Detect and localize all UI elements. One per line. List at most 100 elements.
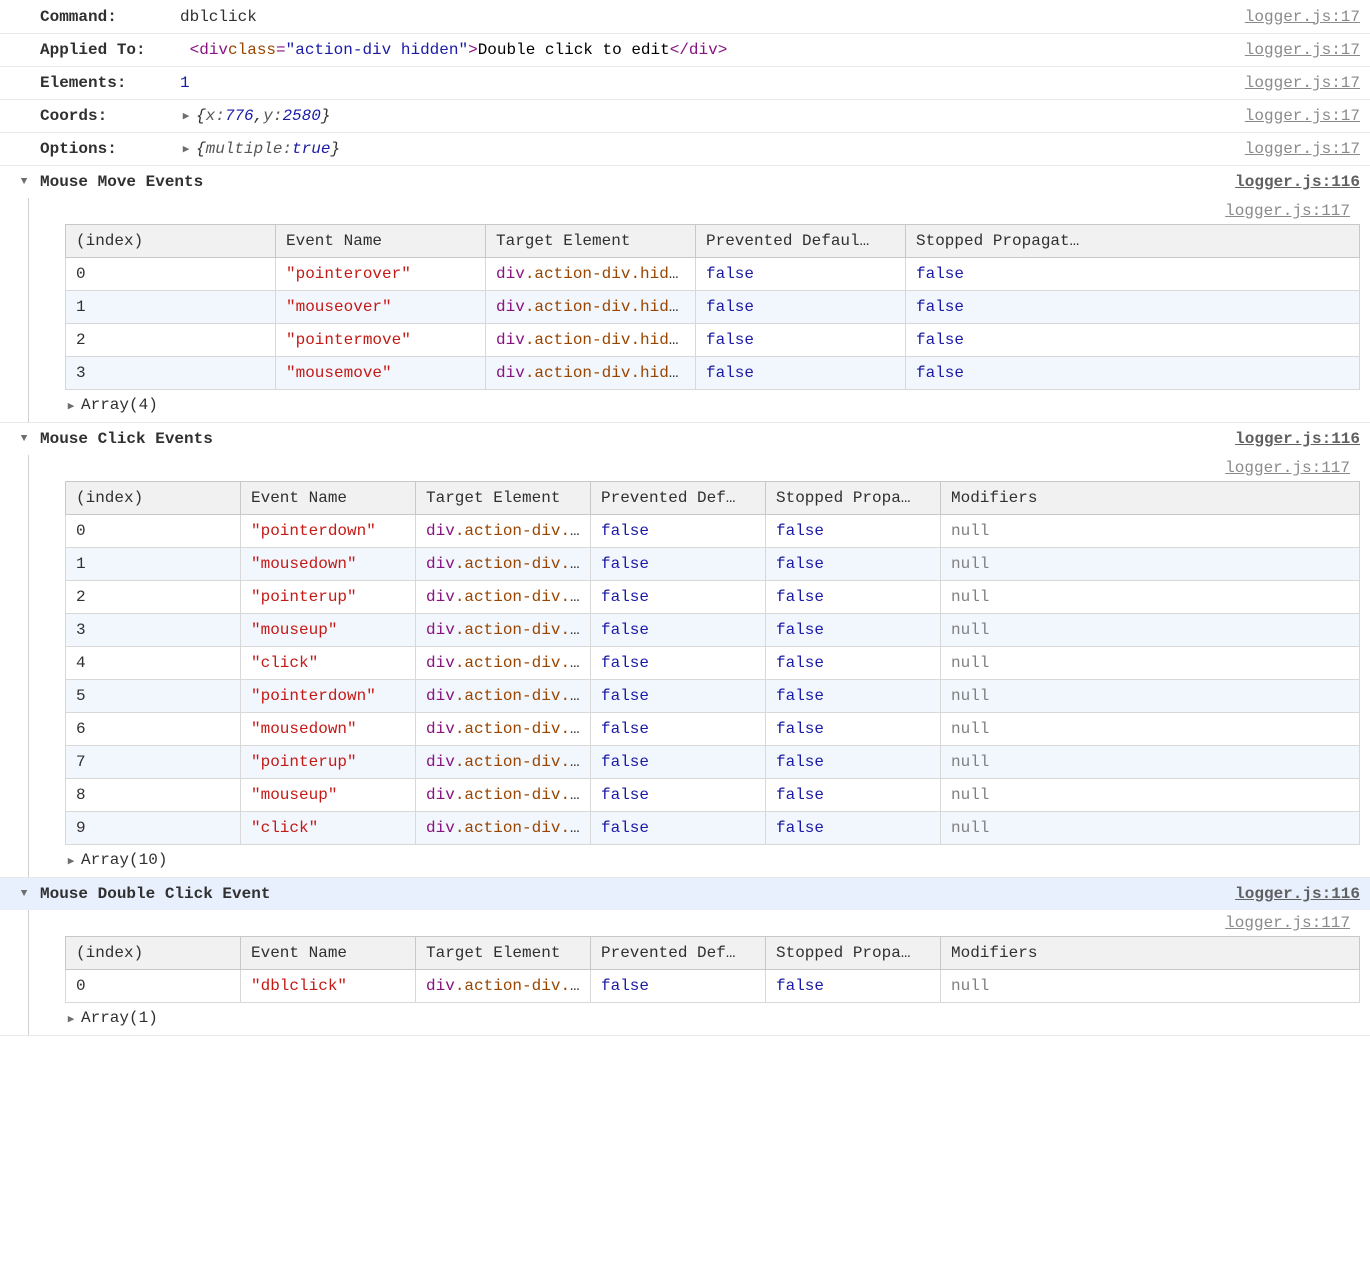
source-link[interactable]: logger.js:116: [1235, 885, 1360, 903]
console-property-row: Applied To: <div class="action-div hidde…: [0, 33, 1370, 66]
table-cell: false: [696, 324, 906, 357]
column-header[interactable]: Modifiers: [941, 482, 1360, 515]
column-header[interactable]: Prevented Def…: [591, 482, 766, 515]
table-cell: false: [906, 291, 1360, 324]
collapse-icon[interactable]: [18, 888, 30, 900]
property-label: Applied To:: [40, 41, 180, 59]
column-header[interactable]: Event Name: [241, 482, 416, 515]
column-header[interactable]: Target Element: [486, 225, 696, 258]
table-cell: null: [941, 713, 1360, 746]
column-header[interactable]: Prevented Def…: [591, 937, 766, 970]
table-cell: false: [591, 779, 766, 812]
table-cell: 0: [66, 515, 241, 548]
table-row[interactable]: 0"pointerover"div.action-div.hiddenfalse…: [66, 258, 1360, 291]
source-link[interactable]: logger.js:17: [1245, 8, 1360, 26]
table-row[interactable]: 3"mouseup"div.action-div.hiddenfalsefals…: [66, 614, 1360, 647]
column-header[interactable]: (index): [66, 937, 241, 970]
table-cell: false: [766, 779, 941, 812]
property-label: Command:: [40, 8, 180, 26]
table-row[interactable]: 6"mousedown"div.action-div.hiddenfalsefa…: [66, 713, 1360, 746]
column-header[interactable]: Target Element: [416, 482, 591, 515]
table-row[interactable]: 7"pointerup"div.action-div.hiddenfalsefa…: [66, 746, 1360, 779]
table-cell: 2: [66, 581, 241, 614]
source-link[interactable]: logger.js:17: [1245, 107, 1360, 125]
table-cell: false: [591, 812, 766, 845]
table-cell: "pointerdown": [241, 515, 416, 548]
expand-icon[interactable]: [65, 1012, 77, 1026]
table-row[interactable]: 5"pointerdown"div.action-div.hiddenfalse…: [66, 680, 1360, 713]
column-header[interactable]: (index): [66, 225, 276, 258]
source-link[interactable]: logger.js:116: [1235, 173, 1360, 191]
column-header[interactable]: Prevented Defaul…: [696, 225, 906, 258]
property-label: Elements:: [40, 74, 180, 92]
property-value: {x: 776, y: 2580}: [180, 107, 1245, 125]
source-link[interactable]: logger.js:17: [1245, 74, 1360, 92]
source-link[interactable]: logger.js:117: [65, 910, 1360, 936]
source-link[interactable]: logger.js:117: [65, 198, 1360, 224]
array-summary[interactable]: Array(1): [65, 1003, 1360, 1035]
table-header-row: (index)Event NameTarget ElementPrevented…: [66, 482, 1360, 515]
table-cell: false: [591, 581, 766, 614]
column-header[interactable]: Event Name: [276, 225, 486, 258]
group-title: Mouse Move Events: [40, 173, 203, 191]
table-cell: false: [766, 581, 941, 614]
table-cell: false: [906, 258, 1360, 291]
column-header[interactable]: (index): [66, 482, 241, 515]
expand-icon[interactable]: [180, 109, 192, 123]
table-cell: 2: [66, 324, 276, 357]
table-row[interactable]: 3"mousemove"div.action-div.hiddenfalsefa…: [66, 357, 1360, 390]
console-group-body: logger.js:117(index)Event NameTarget Ele…: [28, 455, 1370, 877]
table-cell: 0: [66, 970, 241, 1003]
table-cell: false: [591, 647, 766, 680]
table-row[interactable]: 1"mouseover"div.action-div.hiddenfalsefa…: [66, 291, 1360, 324]
table-row[interactable]: 2"pointerup"div.action-div.hiddenfalsefa…: [66, 581, 1360, 614]
collapse-icon[interactable]: [18, 433, 30, 445]
expand-icon[interactable]: [65, 854, 77, 868]
source-link[interactable]: logger.js:116: [1235, 430, 1360, 448]
table-row[interactable]: 8"mouseup"div.action-div.hiddenfalsefals…: [66, 779, 1360, 812]
source-link[interactable]: logger.js:117: [65, 455, 1360, 481]
table-row[interactable]: 1"mousedown"div.action-div.hiddenfalsefa…: [66, 548, 1360, 581]
console-group-header[interactable]: Mouse Double Click Eventlogger.js:116: [0, 877, 1370, 910]
table-cell: false: [591, 746, 766, 779]
column-header[interactable]: Event Name: [241, 937, 416, 970]
console-property-row: Options:{multiple: true}logger.js:17: [0, 132, 1370, 165]
table-cell: null: [941, 680, 1360, 713]
console-group-body: logger.js:117(index)Event NameTarget Ele…: [28, 198, 1370, 422]
table-cell: null: [941, 779, 1360, 812]
table-cell: "pointerdown": [241, 680, 416, 713]
source-link[interactable]: logger.js:17: [1245, 41, 1360, 59]
table-cell: false: [591, 680, 766, 713]
table-cell: false: [766, 515, 941, 548]
expand-icon[interactable]: [65, 399, 77, 413]
table-cell: false: [766, 548, 941, 581]
array-summary[interactable]: Array(10): [65, 845, 1360, 877]
console-group-header[interactable]: Mouse Move Events logger.js:116: [0, 165, 1370, 198]
table-cell: "pointermove": [276, 324, 486, 357]
source-link[interactable]: logger.js:17: [1245, 140, 1360, 158]
column-header[interactable]: Stopped Propa…: [766, 937, 941, 970]
column-header[interactable]: Modifiers: [941, 937, 1360, 970]
table-cell: null: [941, 515, 1360, 548]
table-row[interactable]: 0"pointerdown"div.action-div.hiddenfalse…: [66, 515, 1360, 548]
table-cell: "mousedown": [241, 548, 416, 581]
table-cell: false: [591, 713, 766, 746]
table-cell: null: [941, 812, 1360, 845]
console-group-header[interactable]: Mouse Click Eventslogger.js:116: [0, 422, 1370, 455]
column-header[interactable]: Stopped Propagat…: [906, 225, 1360, 258]
table-cell: div.action-div.hidden: [416, 812, 591, 845]
console-property-row: Command:dblclicklogger.js:17: [0, 0, 1370, 33]
expand-icon[interactable]: [180, 142, 192, 156]
column-header[interactable]: Stopped Propa…: [766, 482, 941, 515]
table-row[interactable]: 2"pointermove"div.action-div.hiddenfalse…: [66, 324, 1360, 357]
table-row[interactable]: 0"dblclick"div.action-div.hiddenfalsefal…: [66, 970, 1360, 1003]
table-cell: false: [766, 970, 941, 1003]
table-cell: div.action-div.hidden: [486, 258, 696, 291]
table-row[interactable]: 4"click"div.action-div.hiddenfalsefalsen…: [66, 647, 1360, 680]
table-cell: 1: [66, 548, 241, 581]
collapse-icon[interactable]: [18, 176, 30, 188]
column-header[interactable]: Target Element: [416, 937, 591, 970]
array-summary[interactable]: Array(4): [65, 390, 1360, 422]
table-cell: div.action-div.hidden: [416, 647, 591, 680]
table-row[interactable]: 9"click"div.action-div.hiddenfalsefalsen…: [66, 812, 1360, 845]
